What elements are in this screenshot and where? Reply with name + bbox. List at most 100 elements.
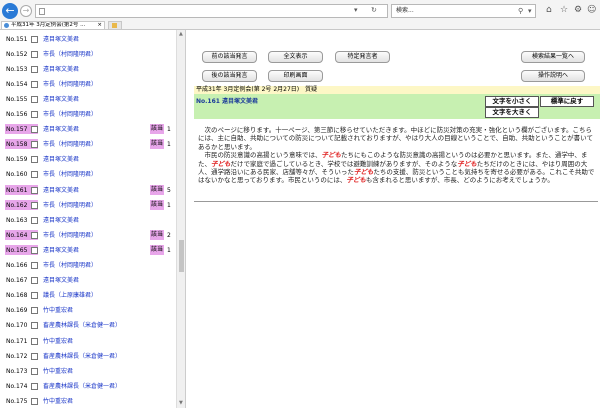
forward-arrow-icon[interactable]: → (20, 5, 32, 17)
item-checkbox[interactable] (31, 171, 38, 179)
list-item[interactable]: No.163 遠目塚文美君 (0, 213, 176, 228)
search-icon[interactable]: ⚲ (518, 5, 523, 17)
speaker-link[interactable]: 市長（村岡隆明君） (43, 47, 97, 62)
speaker-link[interactable]: 遠目塚文美君 (43, 32, 79, 47)
item-checkbox[interactable] (31, 141, 38, 149)
item-checkbox[interactable] (31, 126, 38, 134)
item-checkbox[interactable] (31, 65, 38, 73)
item-checkbox[interactable] (31, 156, 38, 164)
list-item[interactable]: No.152 市長（村岡隆明君） (0, 47, 176, 62)
list-item[interactable]: No.170 畜産農林課長（米倉健一君） (0, 318, 176, 333)
speaker-link[interactable]: 畜産農林課長（米倉健一君） (43, 318, 121, 333)
speaker-link[interactable]: 市長（村岡隆明君） (43, 228, 97, 243)
item-checkbox[interactable] (31, 246, 38, 254)
speaker-link[interactable]: 畜産農林課長（米倉健一君） (43, 349, 121, 364)
dropdown-icon[interactable]: ▾ (354, 6, 358, 14)
list-item[interactable]: No.162 市長（村岡隆明君） 該当 1 (0, 198, 176, 213)
tab-active[interactable]: 平成31年 3月定例会(第2号 ... × (1, 21, 105, 29)
speaker-link[interactable]: 市長（村岡隆明君） (43, 137, 97, 152)
list-item[interactable]: No.173 竹中重宏君 (0, 364, 176, 379)
prev-speaker-button[interactable]: 前の該当発言 (202, 51, 257, 63)
list-item[interactable]: No.175 竹中重宏君 (0, 394, 176, 408)
scrollbar[interactable]: ▲ ▼ (176, 30, 185, 408)
list-item[interactable]: No.174 畜産農林課長（米倉健一君） (0, 379, 176, 394)
list-item[interactable]: No.159 遠目塚文美君 (0, 152, 176, 167)
speaker-link[interactable]: 畜産農林課長（米倉健一君） (43, 379, 121, 394)
new-tab-button[interactable] (108, 21, 122, 29)
speaker-link[interactable]: 遠目塚文美君 (43, 243, 79, 258)
scroll-up-icon[interactable]: ▲ (179, 31, 183, 37)
list-item[interactable]: No.157 遠目塚文美君 該当 1 (0, 122, 176, 137)
next-speaker-button[interactable]: 後の該当発言 (202, 70, 257, 82)
smiley-icon[interactable]: ☺ (587, 4, 596, 16)
back-to-results-button[interactable]: 検索結果一覧へ (521, 51, 585, 63)
item-checkbox[interactable] (31, 111, 38, 118)
item-checkbox[interactable] (31, 322, 38, 330)
text-reset-button[interactable]: 標準に戻す (540, 96, 594, 107)
item-checkbox[interactable] (31, 95, 38, 103)
list-item[interactable]: No.169 竹中重宏君 (0, 303, 176, 318)
item-checkbox[interactable] (31, 186, 38, 194)
speaker-link[interactable]: 遠目塚文美君 (43, 213, 79, 228)
speaker-link[interactable]: 竹中重宏君 (43, 303, 73, 318)
settings-gear-icon[interactable]: ⚙ (574, 4, 582, 16)
item-checkbox[interactable] (31, 397, 38, 405)
item-checkbox[interactable] (31, 201, 38, 209)
speaker-link[interactable]: 議長（上原康雄君） (43, 288, 97, 303)
speaker-link[interactable]: 市長（村岡隆明君） (43, 77, 97, 92)
list-item[interactable]: No.160 市長（村岡隆明君） (0, 167, 176, 182)
list-item[interactable]: No.167 遠目塚文美君 (0, 273, 176, 288)
speaker-link[interactable]: 遠目塚文美君 (43, 122, 79, 137)
list-item[interactable]: No.158 市長（村岡隆明君） 該当 1 (0, 137, 176, 152)
text-larger-button[interactable]: 文字を大きく (485, 107, 539, 118)
item-checkbox[interactable] (31, 216, 38, 224)
item-checkbox[interactable] (31, 231, 38, 239)
item-checkbox[interactable] (31, 307, 38, 315)
speaker-link[interactable]: 竹中重宏君 (43, 364, 73, 379)
item-checkbox[interactable] (31, 35, 38, 43)
speaker-link[interactable]: 遠目塚文美君 (43, 92, 79, 107)
favorites-star-icon[interactable]: ☆ (560, 4, 568, 16)
address-bar[interactable]: ▾ ↻ (35, 4, 388, 18)
item-checkbox[interactable] (31, 262, 38, 269)
home-icon[interactable]: ⌂ (546, 4, 552, 16)
list-item[interactable]: No.154 市長（村岡隆明君） (0, 77, 176, 92)
item-checkbox[interactable] (31, 80, 38, 88)
list-item[interactable]: No.171 竹中重宏君 (0, 334, 176, 349)
list-item[interactable]: No.156 市長（村岡隆明君） (0, 107, 176, 122)
refresh-icon[interactable]: ↻ (371, 6, 377, 14)
list-item[interactable]: No.166 市長（村岡隆明君） (0, 258, 176, 273)
back-arrow-icon[interactable]: ← (2, 3, 18, 19)
list-item[interactable]: No.161 遠目塚文美君 該当 5 (0, 183, 176, 198)
speaker-link[interactable]: 遠目塚文美君 (43, 273, 79, 288)
text-smaller-button[interactable]: 文字を小さく (485, 96, 539, 107)
item-checkbox[interactable] (31, 352, 38, 360)
print-button[interactable]: 印刷画面 (268, 70, 323, 82)
scroll-down-icon[interactable]: ▼ (179, 400, 183, 406)
speaker-link[interactable]: 市長（村岡隆明君） (43, 167, 97, 182)
list-item[interactable]: No.172 畜産農林課長（米倉健一君） (0, 349, 176, 364)
speaker-link[interactable]: 竹中重宏君 (43, 394, 73, 408)
item-checkbox[interactable] (31, 277, 38, 285)
list-item[interactable]: No.168 議長（上原康雄君） (0, 288, 176, 303)
scrollbar-thumb[interactable] (179, 240, 184, 272)
list-item[interactable]: No.155 遠目塚文美君 (0, 92, 176, 107)
speaker-link[interactable]: 竹中重宏君 (43, 334, 73, 349)
list-item[interactable]: No.165 遠目塚文美君 該当 1 (0, 243, 176, 258)
list-item[interactable]: No.153 遠目塚文美君 (0, 62, 176, 77)
item-checkbox[interactable] (31, 50, 38, 58)
specific-speaker-button[interactable]: 特定発言者 (335, 51, 390, 63)
list-item[interactable]: No.164 市長（村岡隆明君） 該当 2 (0, 228, 176, 243)
list-item[interactable]: No.151 遠目塚文美君 (0, 32, 176, 47)
instructions-button[interactable]: 操作説明へ (521, 70, 585, 82)
search-input[interactable]: 検索... ⚲ ▾ (391, 4, 536, 18)
speaker-link[interactable]: 遠目塚文美君 (43, 152, 79, 167)
speaker-link[interactable]: 市長（村岡隆明君） (43, 198, 97, 213)
pane-splitter[interactable] (185, 30, 192, 408)
item-checkbox[interactable] (31, 367, 38, 375)
show-all-button[interactable]: 全文表示 (268, 51, 323, 63)
item-checkbox[interactable] (31, 292, 38, 300)
speaker-link[interactable]: 遠目塚文美君 (43, 62, 79, 77)
item-checkbox[interactable] (31, 382, 38, 390)
speaker-link[interactable]: 遠目塚文美君 (43, 183, 79, 198)
